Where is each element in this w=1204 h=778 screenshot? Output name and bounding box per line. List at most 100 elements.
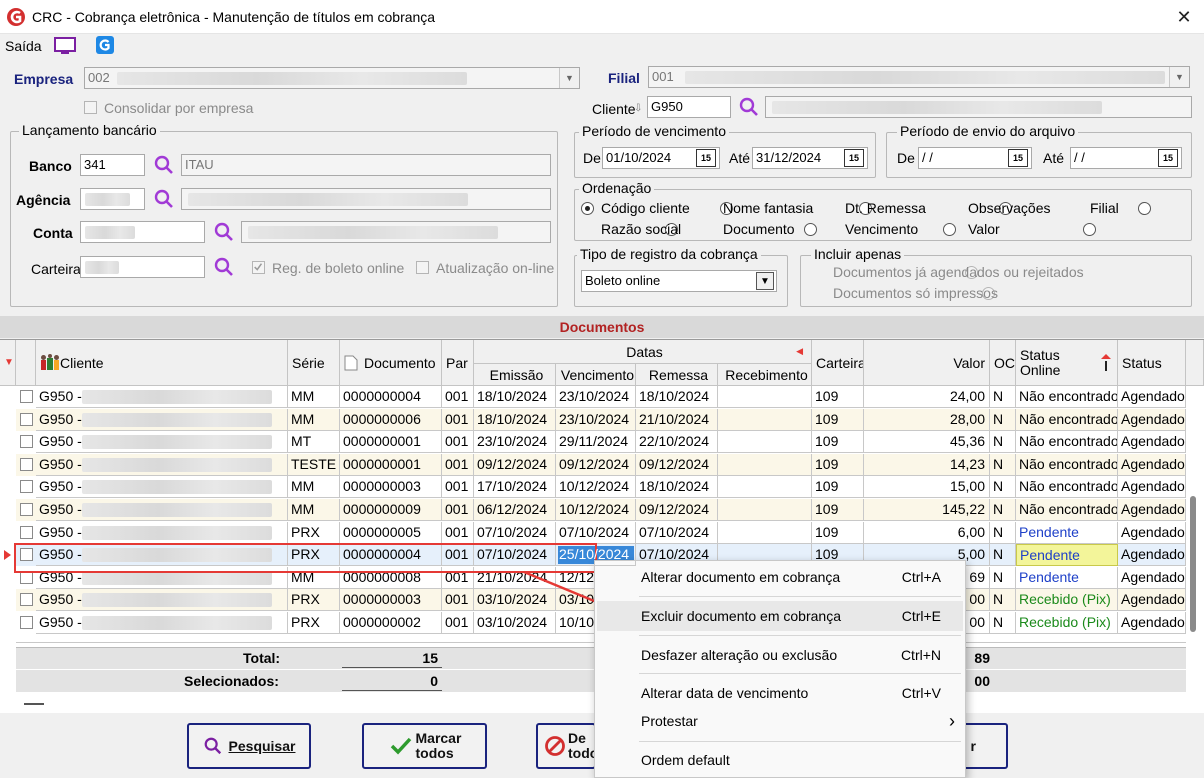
- calendar-icon[interactable]: 15: [1008, 149, 1028, 167]
- cell-doc[interactable]: 0000000006: [340, 408, 442, 431]
- calendar-icon[interactable]: 15: [844, 149, 864, 167]
- menu-desfazer[interactable]: Desfazer alteração ou exclusão Ctrl+N: [597, 640, 963, 670]
- header-documento[interactable]: Documento: [340, 340, 442, 386]
- cell-status-online[interactable]: Não encontrado: [1016, 408, 1118, 431]
- header-cliente[interactable]: Cliente: [36, 340, 288, 386]
- row-checkbox[interactable]: [20, 525, 33, 539]
- cell-status-online[interactable]: Recebido (Pix): [1016, 612, 1118, 634]
- search-icon[interactable]: [738, 96, 760, 118]
- cell-status[interactable]: Agendado: [1118, 408, 1186, 431]
- cell-serie[interactable]: MM: [288, 386, 340, 408]
- cell-receb[interactable]: [718, 499, 812, 521]
- cell-doc[interactable]: 0000000009: [340, 499, 442, 521]
- cell-serie[interactable]: MM: [288, 476, 340, 499]
- cell-venc[interactable]: 23/10/2024: [556, 386, 636, 408]
- cell-remessa[interactable]: 21/10/2024: [636, 408, 718, 431]
- cell-carteira[interactable]: 109: [812, 453, 864, 476]
- cell-venc[interactable]: 29/11/2024: [556, 431, 636, 454]
- consolidar-checkbox[interactable]: [84, 101, 97, 114]
- cell-status[interactable]: Agendado: [1118, 589, 1186, 612]
- row-checkbox[interactable]: [20, 457, 33, 471]
- cell-oc[interactable]: N: [990, 476, 1016, 499]
- filial-select[interactable]: 001 ▼: [648, 66, 1190, 88]
- menu-ordem-default[interactable]: Ordem default: [597, 745, 963, 775]
- header-vencimento[interactable]: Vencimento: [556, 364, 636, 386]
- cell-serie[interactable]: MM: [288, 499, 340, 521]
- cell-valor[interactable]: 145,22: [864, 499, 990, 521]
- cell-status-online[interactable]: Não encontrado: [1016, 386, 1118, 408]
- envio-ate-input[interactable]: / / 15: [1070, 147, 1182, 169]
- menu-excluir-documento[interactable]: Excluir documento em cobrança Ctrl+E: [597, 601, 963, 631]
- cell-serie[interactable]: PRX: [288, 612, 340, 634]
- g-app-icon[interactable]: [96, 36, 114, 54]
- cell-receb[interactable]: [718, 431, 812, 454]
- cell-receb[interactable]: [718, 476, 812, 499]
- cell-emissao[interactable]: 18/10/2024: [474, 408, 556, 431]
- cell-oc[interactable]: N: [990, 589, 1016, 612]
- cell-oc[interactable]: N: [990, 521, 1016, 544]
- row-checkbox[interactable]: [20, 616, 33, 629]
- search-icon[interactable]: [213, 256, 235, 278]
- cell-status[interactable]: Agendado: [1118, 453, 1186, 476]
- cell-remessa[interactable]: 09/12/2024: [636, 453, 718, 476]
- header-par[interactable]: Par: [442, 340, 474, 386]
- vencimento-ate-input[interactable]: 31/12/2024 15: [752, 147, 868, 169]
- row-checkbox[interactable]: [20, 593, 33, 607]
- cell-receb[interactable]: [718, 386, 812, 408]
- header-carteira[interactable]: Carteira: [812, 340, 864, 386]
- cell-venc[interactable]: 25/10/2024: [556, 544, 636, 567]
- row-checkbox[interactable]: [20, 390, 33, 403]
- calendar-icon[interactable]: 15: [1158, 149, 1178, 167]
- cell-emissao[interactable]: 18/10/2024: [474, 386, 556, 408]
- cell-status-online[interactable]: Pendente: [1016, 544, 1118, 567]
- cell-doc[interactable]: 0000000004: [340, 386, 442, 408]
- cell-emissao[interactable]: 07/10/2024: [474, 521, 556, 544]
- menu-saida[interactable]: Saída: [5, 38, 42, 54]
- cell-doc[interactable]: 0000000005: [340, 521, 442, 544]
- cell-carteira[interactable]: 109: [812, 521, 864, 544]
- cell-receb[interactable]: [718, 453, 812, 476]
- cell-status[interactable]: Agendado: [1118, 521, 1186, 544]
- row-checkbox[interactable]: [20, 480, 33, 494]
- cell-par[interactable]: 001: [442, 589, 474, 612]
- cell-receb[interactable]: [718, 521, 812, 544]
- header-remessa[interactable]: Remessa: [636, 364, 718, 386]
- chevron-down-icon[interactable]: ▼: [1169, 67, 1189, 87]
- cell-carteira[interactable]: 109: [812, 386, 864, 408]
- cell-carteira[interactable]: 109: [812, 408, 864, 431]
- cell-doc[interactable]: 0000000003: [340, 589, 442, 612]
- cell-oc[interactable]: N: [990, 453, 1016, 476]
- cell-oc[interactable]: N: [990, 408, 1016, 431]
- cell-par[interactable]: 001: [442, 453, 474, 476]
- row-checkbox[interactable]: [20, 412, 33, 426]
- radio-filial[interactable]: [1137, 202, 1151, 215]
- cell-remessa[interactable]: 09/12/2024: [636, 499, 718, 521]
- tipo-select[interactable]: Boleto online ▼: [581, 270, 777, 292]
- header-valor[interactable]: Valor: [864, 340, 990, 386]
- cell-status-online[interactable]: Não encontrado: [1016, 499, 1118, 521]
- cell-par[interactable]: 001: [442, 476, 474, 499]
- cell-emissao[interactable]: 17/10/2024: [474, 476, 556, 499]
- empresa-select[interactable]: 002 ▼: [84, 67, 580, 89]
- cell-remessa[interactable]: 18/10/2024: [636, 386, 718, 408]
- row-checkbox[interactable]: [20, 435, 33, 449]
- marcar-todos-button[interactable]: Marcar todos: [362, 723, 487, 769]
- search-icon[interactable]: [213, 221, 235, 243]
- cell-valor[interactable]: 14,23: [864, 453, 990, 476]
- cell-par[interactable]: 001: [442, 499, 474, 521]
- cell-remessa[interactable]: 07/10/2024: [636, 521, 718, 544]
- cell-status-online[interactable]: Não encontrado: [1016, 476, 1118, 499]
- cell-serie[interactable]: MM: [288, 408, 340, 431]
- vencimento-de-input[interactable]: 01/10/2024 15: [602, 147, 720, 169]
- cell-valor[interactable]: 6,00: [864, 521, 990, 544]
- atualizacao-checkbox[interactable]: [416, 261, 429, 274]
- desmarcar-todos-button[interactable]: De todo: [536, 723, 596, 769]
- radio-codigo-cliente[interactable]: [581, 202, 594, 215]
- cell-par[interactable]: 001: [442, 521, 474, 544]
- menu-alterar-data[interactable]: Alterar data de vencimento Ctrl+V: [597, 678, 963, 708]
- cell-oc[interactable]: N: [990, 544, 1016, 567]
- vertical-scrollbar[interactable]: [1190, 496, 1196, 632]
- banco-input[interactable]: 341: [80, 154, 145, 176]
- cell-remessa[interactable]: 18/10/2024: [636, 476, 718, 499]
- cliente-code-input[interactable]: G950: [647, 96, 731, 118]
